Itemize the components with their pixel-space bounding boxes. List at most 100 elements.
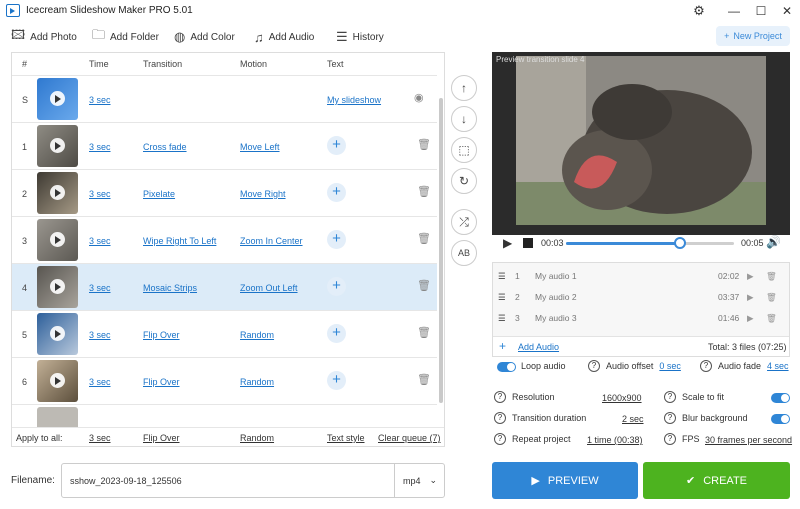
close-button[interactable]: ✕ (777, 2, 797, 20)
drag-handle-icon[interactable]: ☰ (498, 292, 506, 303)
play-track-icon[interactable]: ▶ (747, 271, 754, 282)
crop-button[interactable]: ⬚ (451, 137, 477, 163)
help-icon[interactable]: ? (700, 360, 712, 372)
slide-thumbnail[interactable] (37, 360, 78, 402)
transition-link[interactable]: Pixelate (143, 189, 175, 199)
table-row-selected[interactable]: 4 3 sec Mosaic Strips Zoom Out Left + 🗑 (12, 263, 437, 310)
apply-time-link[interactable]: 3 sec (89, 433, 111, 443)
play-track-icon[interactable]: ▶ (747, 313, 754, 324)
help-icon[interactable]: ? (494, 412, 506, 424)
preview-button[interactable]: ▶ PREVIEW (492, 462, 638, 499)
add-text-button[interactable]: + (327, 136, 346, 155)
create-button[interactable]: ✔ CREATE (643, 462, 790, 499)
play-icon[interactable] (50, 91, 65, 106)
table-row[interactable]: 2 3 sec Pixelate Move Right + 🗑 (12, 169, 437, 216)
slide-thumbnail[interactable] (37, 125, 78, 167)
drag-handle-icon[interactable]: ☰ (498, 313, 506, 324)
transition-duration-value[interactable]: 2 sec (622, 414, 644, 424)
apply-transition-link[interactable]: Flip Over (143, 433, 180, 443)
help-icon[interactable]: ? (494, 391, 506, 403)
add-audio-button[interactable]: ♫ Add Audio (254, 26, 314, 48)
format-select[interactable]: mp4 ⌄ (394, 464, 445, 497)
volume-icon[interactable]: 🔊 (766, 235, 781, 249)
plus-icon[interactable]: + (499, 339, 506, 353)
drag-handle-icon[interactable]: ☰ (498, 271, 506, 282)
time-link[interactable]: 3 sec (89, 95, 111, 105)
slide-thumbnail[interactable] (37, 313, 78, 355)
time-link[interactable]: 3 sec (89, 330, 111, 340)
add-text-button[interactable]: + (327, 277, 346, 296)
table-row[interactable]: S 3 sec My slideshow ◉ (12, 75, 437, 122)
motion-link[interactable]: Move Right (240, 189, 286, 199)
text-style-link[interactable]: Text style (327, 433, 365, 443)
time-link[interactable]: 3 sec (89, 283, 111, 293)
repeat-project-value[interactable]: 1 time (00:38) (587, 435, 643, 445)
play-button[interactable]: ▶ (503, 236, 512, 250)
trash-icon[interactable]: 🗑 (766, 313, 777, 324)
fps-value[interactable]: 30 frames per second (705, 435, 792, 445)
table-row[interactable]: 6 3 sec Flip Over Random + 🗑 (12, 357, 437, 404)
maximize-button[interactable]: ☐ (751, 2, 771, 20)
motion-link[interactable]: Random (240, 377, 274, 387)
clear-queue-link[interactable]: Clear queue (7) (378, 433, 441, 443)
audio-offset-value[interactable]: 0 sec (659, 361, 681, 371)
time-link[interactable]: 3 sec (89, 142, 111, 152)
trash-icon[interactable]: 🗑 (417, 232, 431, 245)
transition-link[interactable]: Wipe Right To Left (143, 236, 216, 246)
history-button[interactable]: ☰ History (336, 26, 384, 48)
motion-link[interactable]: Move Left (240, 142, 280, 152)
scale-to-fit-toggle[interactable] (771, 393, 790, 403)
help-icon[interactable]: ? (664, 391, 676, 403)
blur-background-toggle[interactable] (771, 414, 790, 424)
transition-link[interactable]: Flip Over (143, 330, 180, 340)
slide-thumbnail[interactable] (37, 219, 78, 261)
minimize-button[interactable]: — (724, 2, 744, 20)
play-icon[interactable] (50, 326, 65, 341)
trash-icon[interactable]: 🗑 (766, 292, 777, 303)
transition-link[interactable]: Flip Over (143, 377, 180, 387)
table-row[interactable]: 5 3 sec Flip Over Random + 🗑 (12, 310, 437, 357)
move-up-button[interactable]: ↑ (451, 75, 477, 101)
filename-input[interactable]: sshow_2023-09-18_125506 (70, 476, 182, 486)
play-icon[interactable] (50, 185, 65, 200)
play-track-icon[interactable]: ▶ (747, 292, 754, 303)
audio-track-row[interactable]: ☰ 3 My audio 3 01:46 ▶ 🗑 (493, 307, 789, 328)
help-icon[interactable]: ? (494, 433, 506, 445)
play-icon[interactable] (50, 138, 65, 153)
slide-thumbnail[interactable] (37, 78, 78, 120)
new-project-button[interactable]: + New Project (716, 26, 790, 46)
motion-link[interactable]: Random (240, 330, 274, 340)
play-icon[interactable] (50, 373, 65, 388)
rotate-button[interactable]: ↻ (451, 168, 477, 194)
trash-icon[interactable]: 🗑 (417, 373, 431, 386)
add-color-button[interactable]: ◍ Add Color (174, 26, 235, 48)
move-down-button[interactable]: ↓ (451, 106, 477, 132)
apply-motion-link[interactable]: Random (240, 433, 274, 443)
table-scrollbar[interactable] (438, 73, 444, 418)
sort-button[interactable]: AB (451, 240, 477, 266)
stop-button[interactable] (523, 238, 533, 248)
trash-icon[interactable]: 🗑 (417, 279, 431, 292)
trash-icon[interactable]: 🗑 (766, 271, 777, 282)
eye-icon[interactable]: ◉ (414, 91, 424, 104)
trash-icon[interactable]: 🗑 (417, 138, 431, 151)
add-folder-button[interactable]: 🗀 Add Folder (92, 26, 159, 48)
add-text-button[interactable]: + (327, 371, 346, 390)
help-icon[interactable]: ? (664, 433, 676, 445)
table-row[interactable]: 3 3 sec Wipe Right To Left Zoom In Cente… (12, 216, 437, 263)
progress-slider[interactable] (566, 237, 734, 249)
add-text-button[interactable]: + (327, 230, 346, 249)
help-icon[interactable]: ? (664, 412, 676, 424)
audio-track-row[interactable]: ☰ 1 My audio 1 02:02 ▶ 🗑 (493, 265, 789, 286)
progress-knob[interactable] (674, 237, 687, 249)
loop-audio-toggle[interactable] (497, 362, 516, 372)
settings-gear-icon[interactable]: ⚙ (689, 2, 709, 20)
time-link[interactable]: 3 sec (89, 189, 111, 199)
audio-fade-value[interactable]: 4 sec (767, 361, 789, 371)
time-link[interactable]: 3 sec (89, 377, 111, 387)
add-audio-link[interactable]: Add Audio (518, 342, 559, 352)
play-icon[interactable] (50, 232, 65, 247)
motion-link[interactable]: Zoom In Center (240, 236, 303, 246)
scrollbar-thumb[interactable] (439, 98, 443, 403)
slide-thumbnail[interactable] (37, 172, 78, 214)
